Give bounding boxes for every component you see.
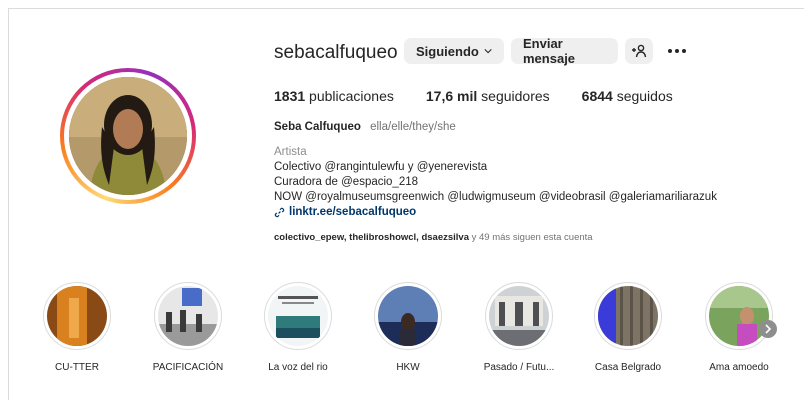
following-count: 6844	[581, 88, 613, 104]
highlight-cover	[709, 286, 769, 346]
chevron-down-icon	[484, 48, 492, 54]
profile-link[interactable]: linktr.ee/sebacalfuqueo	[274, 205, 717, 220]
bio-line: Colectivo @rangintulewfu y @yenerevista	[274, 161, 488, 173]
following-button-label: Siguiendo	[416, 43, 479, 59]
profile-link-text: linktr.ee/sebacalfuqueo	[289, 206, 417, 218]
following-button[interactable]: Siguiendo	[404, 38, 504, 64]
highlight-ring	[43, 282, 111, 350]
story-highlights: CU-TTER PACIFICACIÓN La voz del rio HKW …	[0, 282, 812, 382]
full-name: Seba Calfuqueo	[274, 121, 361, 133]
highlight-cover-image	[47, 286, 107, 346]
highlight-ring	[264, 282, 332, 350]
following-stat[interactable]: 6844 seguidos	[582, 88, 673, 104]
profile-stats: 1831 publicaciones 17,6 mil seguidores 6…	[274, 88, 705, 104]
highlight-item[interactable]: La voz del rio	[248, 282, 348, 373]
highlight-cover-image	[489, 286, 549, 346]
highlight-cover	[47, 286, 107, 346]
followers-stat[interactable]: 17,6 mil seguidores	[426, 88, 550, 104]
profile-avatar-story-ring[interactable]	[60, 68, 196, 204]
highlight-item[interactable]: Pasado / Futu...	[469, 282, 569, 373]
chevron-right-icon	[765, 324, 772, 334]
add-user-icon	[632, 44, 647, 58]
highlight-cover-image	[709, 286, 769, 346]
more-icon	[668, 49, 686, 53]
posts-stat: 1831 publicaciones	[274, 88, 394, 104]
profile-bio: Artista Colectivo @rangintulewfu y @yene…	[274, 145, 717, 220]
highlight-label: HKW	[396, 362, 420, 373]
followed-by-names: colectivo_epew, thelibroshowcl, dsaezsil…	[274, 232, 469, 243]
highlight-cover	[598, 286, 658, 346]
highlight-ring	[705, 282, 773, 350]
followed-by-rest: y 49 más siguen esta cuenta	[469, 232, 593, 243]
highlight-label: PACIFICACIÓN	[152, 362, 224, 373]
suggested-users-button[interactable]	[625, 38, 653, 64]
highlight-item[interactable]: CU-TTER	[27, 282, 127, 373]
highlight-label: La voz del rio	[268, 362, 328, 373]
name-row: Seba Calfuqueo ella/elle/they/she	[274, 121, 456, 133]
highlight-item[interactable]: HKW	[358, 282, 458, 373]
pronouns: ella/elle/they/she	[370, 121, 456, 133]
highlight-cover	[489, 286, 549, 346]
highlight-cover	[158, 286, 218, 346]
highlight-ring	[374, 282, 442, 350]
more-options-button[interactable]	[665, 38, 689, 64]
highlight-cover-image	[598, 286, 658, 346]
highlight-cover	[268, 286, 328, 346]
highlight-label: Casa Belgrado	[594, 362, 662, 373]
highlight-cover	[378, 286, 438, 346]
highlight-label: Ama amoedo	[709, 362, 769, 373]
avatar[interactable]	[69, 77, 187, 195]
highlight-cover-image	[378, 286, 438, 346]
bio-line: Curadora de @espacio_218	[274, 176, 419, 188]
profile-category: Artista	[274, 146, 307, 158]
followers-count: 17,6 mil	[425, 88, 478, 104]
highlight-item[interactable]: PACIFICACIÓN	[138, 282, 238, 373]
send-message-button[interactable]: Enviar mensaje	[511, 36, 618, 66]
profile-username: sebacalfuqueo	[274, 42, 398, 63]
highlight-cover-image	[158, 286, 218, 346]
highlight-label: CU-TTER	[55, 362, 99, 373]
link-icon	[274, 207, 285, 218]
bio-line: NOW @royalmuseumsgreenwich @ludwigmuseum…	[274, 191, 717, 203]
followed-by[interactable]: colectivo_epew, thelibroshowcl, dsaezsil…	[274, 232, 593, 243]
avatar-photo	[69, 77, 187, 195]
highlight-cover-image	[268, 286, 328, 346]
following-stat-label: seguidos	[616, 88, 673, 104]
highlight-ring	[594, 282, 662, 350]
highlights-next-button[interactable]	[759, 320, 777, 338]
highlight-label: Pasado / Futu...	[483, 362, 555, 373]
followers-label: seguidores	[481, 88, 550, 104]
send-message-label: Enviar mensaje	[523, 36, 576, 66]
highlight-ring	[154, 282, 222, 350]
posts-count: 1831	[274, 88, 306, 104]
highlight-ring	[485, 282, 553, 350]
avatar-ring-gap	[64, 72, 192, 200]
posts-label: publicaciones	[309, 88, 394, 104]
highlight-item[interactable]: Casa Belgrado	[578, 282, 678, 373]
